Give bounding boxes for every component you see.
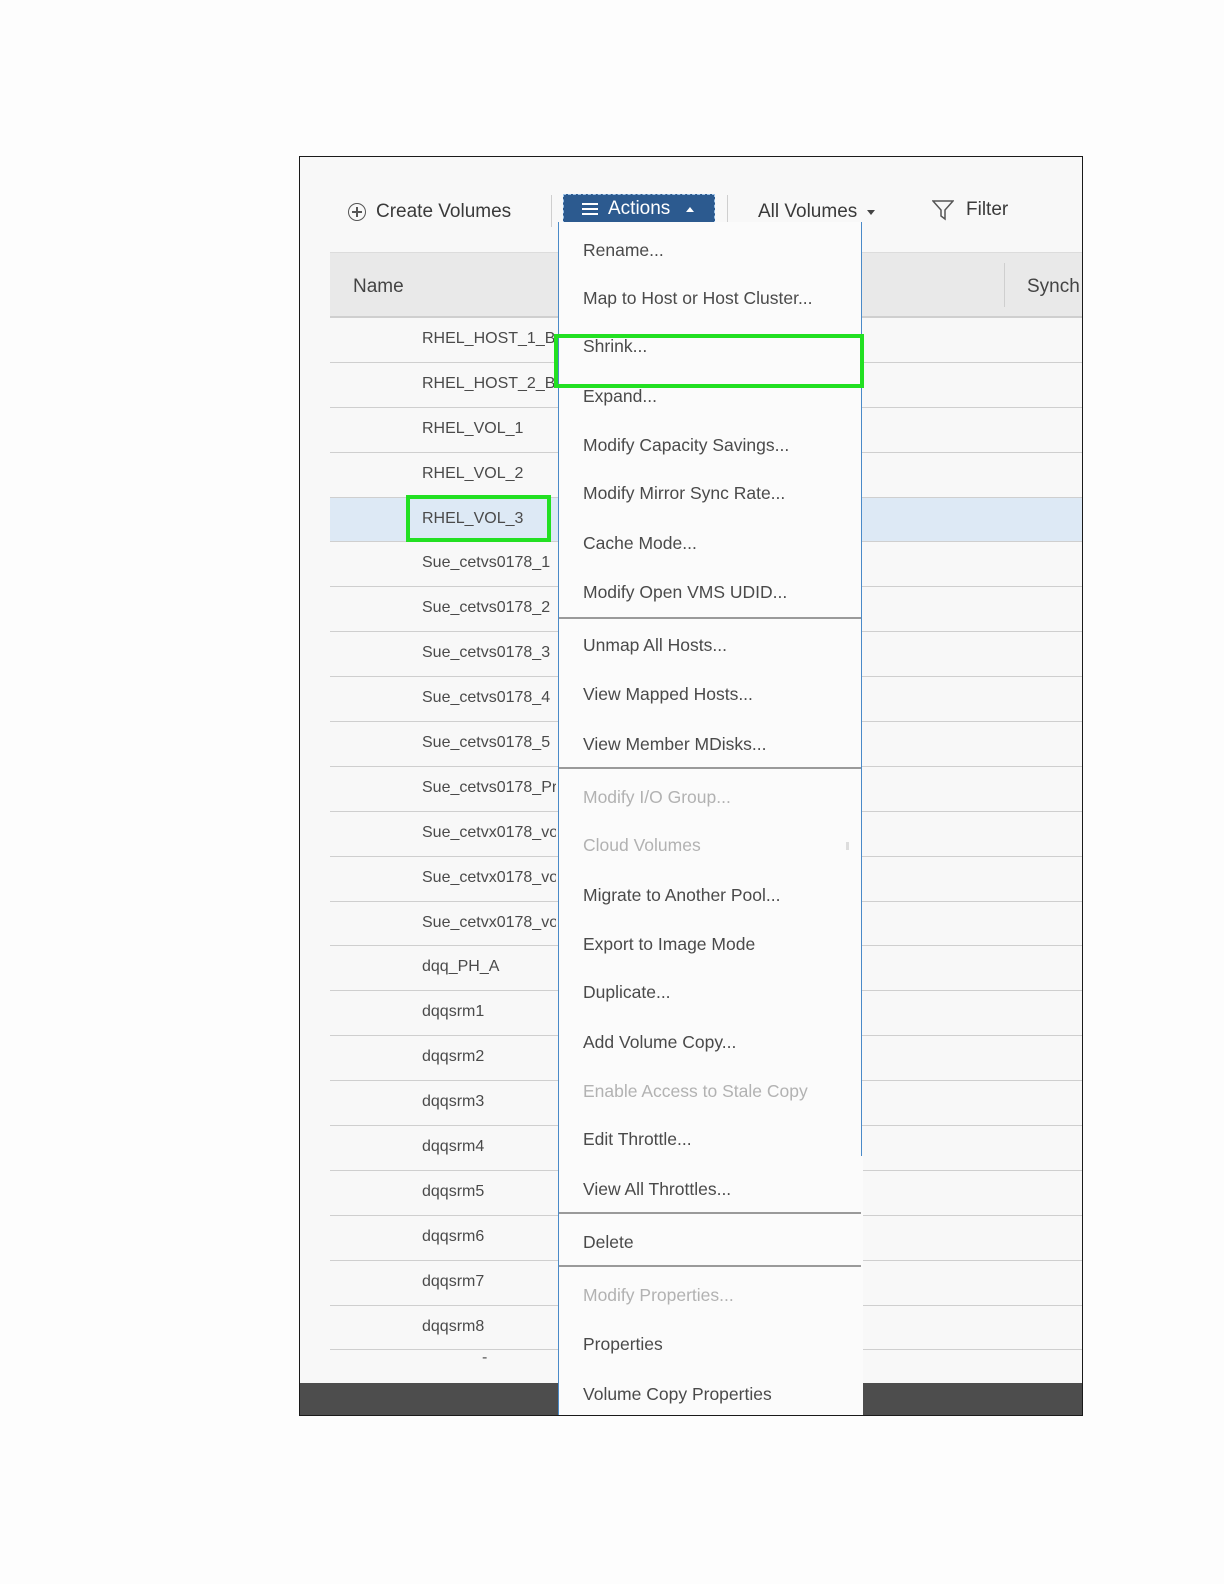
volume-name: RHEL_HOST_2_B [422, 374, 556, 392]
caret-up-icon [686, 206, 695, 212]
menu-item-expand[interactable]: Expand... [583, 386, 657, 407]
volume-name: dqqsrm5 [422, 1182, 485, 1200]
menu-item-duplicate[interactable]: Duplicate... [583, 982, 671, 1003]
volume-name: Sue_cetvx0178_vo [422, 913, 556, 931]
filter-button[interactable]: Filter [932, 199, 1008, 221]
menu-item-unmap-all-hosts[interactable]: Unmap All Hosts... [583, 635, 727, 656]
menu-item-modify-mirror-sync-rate[interactable]: Modify Mirror Sync Rate... [583, 483, 785, 504]
selection-highlight-box [406, 495, 551, 542]
volume-name: Sue_cetvs0178_Pr [422, 778, 556, 796]
menu-item-modify-capacity-savings[interactable]: Modify Capacity Savings... [583, 435, 789, 456]
list-icon [582, 203, 598, 215]
column-divider [1004, 263, 1005, 307]
menu-item-shrink[interactable]: Shrink... [583, 336, 647, 357]
actions-button[interactable]: Actions [563, 194, 715, 224]
trailing-dash: - [482, 1349, 488, 1366]
volume-name: RHEL_VOL_1 [422, 419, 524, 437]
volume-name: Sue_cetvs0178_5 [422, 734, 551, 752]
menu-item-cloud-volumes: Cloud Volumes [583, 835, 701, 855]
create-volumes-button[interactable]: Create Volumes [348, 201, 511, 223]
volume-name: dqqsrm7 [422, 1272, 485, 1290]
all-volumes-label: All Volumes [758, 201, 858, 222]
menu-item-view-mapped-hosts[interactable]: View Mapped Hosts... [583, 684, 753, 705]
filter-icon [932, 200, 954, 221]
menu-item-view-member-mdisks[interactable]: View Member MDisks... [583, 734, 766, 755]
menu-item-delete[interactable]: Delete [583, 1232, 634, 1253]
menu-separator [559, 617, 861, 619]
volume-name: RHEL_VOL_2 [422, 464, 524, 482]
actions-label: Actions [608, 198, 671, 219]
submenu-arrow-icon [846, 842, 849, 850]
menu-item-edit-throttle[interactable]: Edit Throttle... [583, 1129, 692, 1150]
volume-name: dqqsrm4 [422, 1138, 485, 1156]
menu-separator [559, 1265, 861, 1267]
volumes-panel: Create Volumes Actions All Volumes Filte… [299, 156, 1083, 1416]
actions-menu: Rename... Map to Host or Host Cluster...… [554, 222, 864, 1415]
menu-separator [559, 767, 861, 769]
plus-circle-icon [348, 203, 366, 221]
menu-item-view-all-throttles[interactable]: View All Throttles... [583, 1179, 731, 1200]
menu-item-modify-open-vms-udid[interactable]: Modify Open VMS UDID... [583, 582, 787, 603]
chevron-down-icon [867, 209, 876, 215]
menu-item-migrate-to-another-pool[interactable]: Migrate to Another Pool... [583, 885, 780, 906]
volume-name: dqqsrm3 [422, 1093, 485, 1111]
volume-name: Sue_cetvx0178_vo [422, 868, 556, 886]
volume-name: dqq_PH_A [422, 958, 500, 976]
volume-name: Sue_cetvs0178_3 [422, 644, 551, 662]
volume-name: dqqsrm8 [422, 1317, 485, 1335]
all-volumes-dropdown[interactable]: All Volumes [758, 201, 876, 223]
menu-item-enable-access-to-stale-copy: Enable Access to Stale Copy [583, 1081, 808, 1101]
column-header-synch[interactable]: Synch [1027, 276, 1080, 298]
menu-item-cache-mode[interactable]: Cache Mode... [583, 533, 697, 554]
volume-name: dqqsrm6 [422, 1227, 485, 1245]
create-volumes-label: Create Volumes [376, 201, 512, 222]
menu-item-modify-properties: Modify Properties... [583, 1285, 734, 1305]
volume-name: dqqsrm2 [422, 1048, 485, 1066]
menu-edge-mask [859, 1156, 863, 1415]
filter-label: Filter [966, 199, 1009, 220]
volume-name: RHEL_HOST_1_B [422, 330, 556, 347]
volume-name: Sue_cetvs0178_4 [422, 689, 551, 707]
menu-item-map-to-host[interactable]: Map to Host or Host Cluster... [583, 288, 813, 309]
menu-item-properties[interactable]: Properties [583, 1334, 663, 1355]
volume-name: Sue_cetvs0178_1 [422, 554, 551, 572]
menu-item-add-volume-copy[interactable]: Add Volume Copy... [583, 1032, 736, 1053]
volume-name: Sue_cetvx0178_vo [422, 823, 556, 841]
volume-name: dqqsrm1 [422, 1003, 485, 1021]
menu-separator [559, 1212, 861, 1214]
menu-item-volume-copy-properties[interactable]: Volume Copy Properties [583, 1384, 772, 1405]
toolbar-divider [551, 195, 552, 227]
menu-item-rename[interactable]: Rename... [583, 240, 664, 261]
menu-item-modify-io-group: Modify I/O Group... [583, 787, 731, 807]
volume-name: Sue_cetvs0178_2 [422, 599, 551, 617]
column-header-name[interactable]: Name [353, 276, 404, 298]
menu-item-export-to-image-mode[interactable]: Export to Image Mode [583, 934, 755, 955]
